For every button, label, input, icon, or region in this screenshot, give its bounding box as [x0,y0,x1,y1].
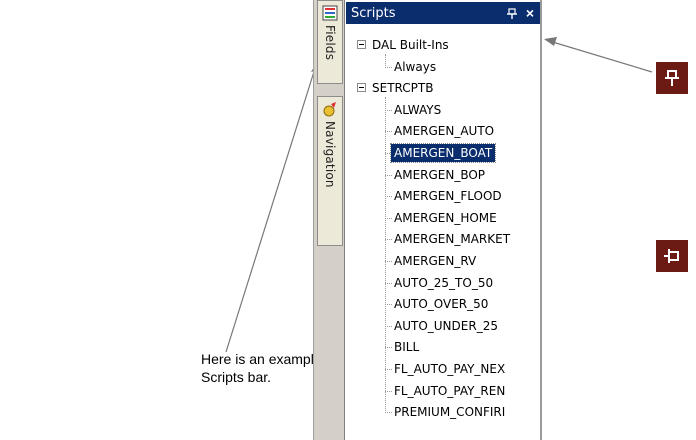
tree-connector [385,369,392,370]
tree-connector [385,196,392,198]
tree-expander[interactable] [357,40,366,49]
panel-title: Scripts [351,5,396,21]
tree-item[interactable]: PREMIUM_CONFIRI [394,403,505,421]
tree-connector [385,390,392,392]
tree-item[interactable]: Always [394,58,436,76]
scripts-panel: Scripts × DAL Built-Ins Always SETRCPTB ALW… [344,0,542,440]
tree-group-label[interactable]: SETRCPTB [372,79,433,97]
scripts-titlebar: Scripts × [346,2,540,24]
tree-connector [385,239,392,241]
tree-item[interactable]: AUTO_25_TO_50 [394,274,493,292]
vertical-tab-strip: Fields Navigation [313,0,344,440]
tree-item[interactable]: AMERGEN_MARKET [394,230,510,248]
tab-navigation-label: Navigation [323,121,337,188]
tree-item[interactable]: FL_AUTO_PAY_NEX [394,360,505,378]
scripts-tree: DAL Built-Ins Always SETRCPTB ALWAYS AMERGEN… [345,28,541,440]
tree-item[interactable]: ALWAYS [394,101,441,119]
tab-navigation[interactable]: Navigation [317,96,343,246]
tree-item[interactable]: AMERGEN_AUTO [394,122,494,140]
tree-item[interactable]: AUTO_OVER_50 [394,295,488,313]
callout-arrow-left [225,61,318,353]
tree-connector [385,304,392,306]
close-icon[interactable]: × [522,5,538,21]
tab-fields[interactable]: Fields [317,0,343,84]
fields-icon [322,5,338,21]
callout-arrowhead-right [544,37,557,46]
tree-connector [385,282,392,284]
tree-group-label[interactable]: DAL Built-Ins [372,36,449,54]
tree-connector [385,412,392,414]
tree-item[interactable]: AMERGEN_BOAT [389,143,497,163]
callout-arrow-right [545,39,653,73]
tree-expander[interactable] [357,83,366,93]
tree-connector [385,347,392,349]
tree-connector [385,109,392,111]
tree-connector [385,261,392,262]
tree-connector [385,97,386,414]
tree-item[interactable]: AMERGEN_FLOOD [394,187,502,205]
pin-icon[interactable] [504,5,520,21]
tree-connector [385,131,392,133]
tree-item[interactable]: FL_AUTO_PAY_REN [394,382,505,400]
pin-icon [656,62,688,94]
tree-item[interactable]: AMERGEN_HOME [394,209,497,227]
tree-item[interactable]: AUTO_UNDER_25 [394,317,498,335]
unpin-icon [656,240,688,272]
tree-connector [385,325,392,327]
tab-fields-label: Fields [323,25,337,61]
tree-item[interactable]: AMERGEN_BOP [394,166,485,184]
tree-connector [385,217,392,219]
tree-connector [385,174,392,176]
tree-item[interactable]: BILL [394,338,419,356]
tree-connector [385,66,392,68]
navigation-icon [323,102,336,117]
tree-connector [385,54,386,68]
tree-item[interactable]: AMERGEN_RV [394,252,476,270]
